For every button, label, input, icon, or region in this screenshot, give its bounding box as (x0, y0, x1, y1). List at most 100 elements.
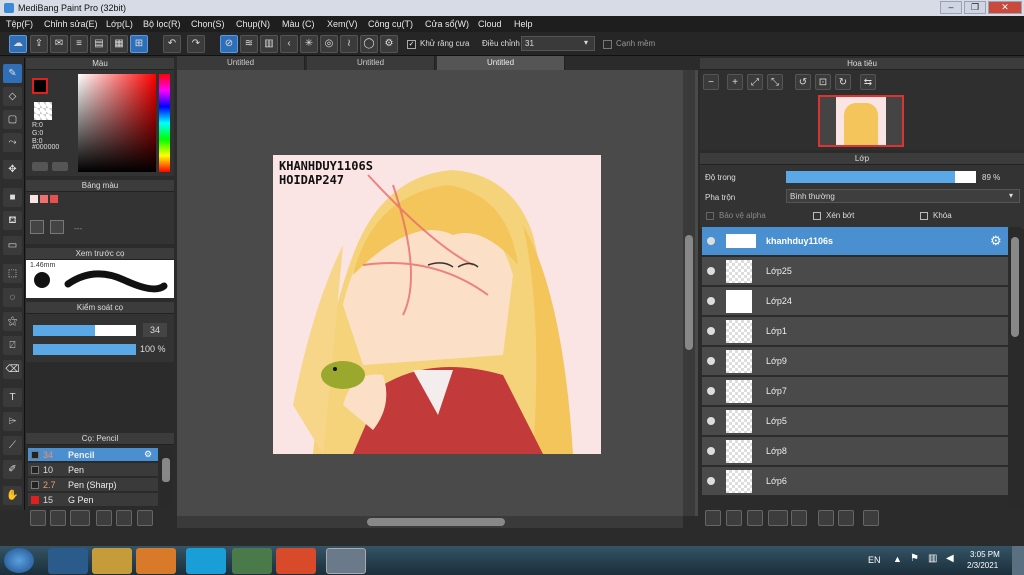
scrollbar-thumb[interactable] (1011, 237, 1019, 337)
brush-list-item[interactable]: 2.7 Pen (Sharp) (28, 478, 158, 492)
blend-mode-select[interactable]: Bình thường ▾ (786, 189, 1020, 203)
layer-row[interactable]: khanhduy1106s ⚙ (702, 227, 1008, 256)
menu-window[interactable]: Cửa sổ(W) (425, 19, 469, 29)
layer-row[interactable]: Lớp9 (702, 347, 1008, 376)
eraser-tool-icon[interactable]: ◇ (3, 87, 22, 106)
eye-icon[interactable] (707, 417, 715, 425)
ie-icon[interactable] (48, 548, 88, 574)
layer-row[interactable]: Lớp8 (702, 437, 1008, 466)
eye-icon[interactable] (707, 357, 715, 365)
scrollbar-thumb[interactable] (162, 458, 170, 482)
divide-tool-icon[interactable]: ⌲ (3, 412, 22, 431)
layer-row[interactable]: Lớp24 (702, 287, 1008, 316)
gear-icon[interactable]: ⚙ (144, 449, 152, 460)
parallel-snap-icon[interactable]: ≋ (240, 35, 258, 53)
folder-icon[interactable] (791, 510, 807, 526)
layer-scrollbar[interactable] (1009, 227, 1021, 507)
layer-row[interactable]: Lớp1 (702, 317, 1008, 346)
tab-document[interactable]: Untitled (437, 56, 565, 70)
operation-tool-icon[interactable]: ✐ (3, 460, 22, 479)
layer-row[interactable]: Lớp7 (702, 377, 1008, 406)
menu-edit[interactable]: Chỉnh sửa(E) (44, 19, 98, 29)
brush-list-item[interactable]: 15 G Pen (28, 493, 158, 507)
menu-cloud[interactable]: Cloud (478, 19, 502, 29)
select-tool-icon[interactable]: ⬚ (3, 264, 22, 283)
document-icon[interactable]: ▤ (90, 35, 108, 53)
clipping-checkbox[interactable] (813, 212, 821, 220)
tab-document[interactable]: Untitled (307, 56, 435, 70)
smudge-tool-icon[interactable]: ⤳ (3, 133, 22, 152)
hue-slider[interactable] (159, 74, 170, 172)
circle-snap-icon[interactable]: ◎ (320, 35, 338, 53)
palette-swatch[interactable] (40, 195, 48, 203)
color-mode-button[interactable] (32, 162, 48, 171)
brush-size-slider[interactable] (33, 325, 136, 336)
eye-icon[interactable] (707, 297, 715, 305)
explorer-icon[interactable] (92, 548, 132, 574)
copy-brush-icon[interactable] (96, 510, 112, 526)
minimize-button[interactable]: – (940, 1, 962, 14)
page-icon[interactable]: ▦ (110, 35, 128, 53)
media-player-icon[interactable] (136, 548, 176, 574)
clock-date[interactable]: 2/3/2021 (967, 561, 998, 570)
antialias-checkbox[interactable]: ✓ (407, 40, 416, 49)
hand-tool-icon[interactable]: ✋ (3, 486, 22, 505)
foreground-color-swatch[interactable] (32, 78, 48, 94)
cross-snap-icon[interactable]: ▥ (260, 35, 278, 53)
adjust-select[interactable]: 31 ▾ (521, 36, 595, 51)
menu-filter[interactable]: Bộ lọc(R) (143, 19, 181, 29)
color-swap-button[interactable] (52, 162, 68, 171)
start-button[interactable] (4, 548, 34, 573)
share-icon[interactable]: ⇪ (30, 35, 48, 53)
rotate-right-icon[interactable]: ↻ (835, 74, 851, 90)
menu-tools[interactable]: Công cụ(T) (368, 19, 413, 29)
magic-wand-icon[interactable]: ⚝ (3, 312, 22, 331)
tray-arrow-icon[interactable]: ▲ (893, 554, 902, 564)
transparent-swatch[interactable] (34, 102, 52, 120)
show-desktop-button[interactable] (1012, 546, 1024, 575)
curve-snap-icon[interactable]: ≀ (340, 35, 358, 53)
duplicate-brush-icon[interactable] (137, 510, 153, 526)
radial-snap-icon[interactable]: ✳ (300, 35, 318, 53)
comment-icon[interactable]: ✉ (50, 35, 68, 53)
navigator-thumbnail[interactable] (818, 95, 904, 147)
brush-tool-icon[interactable]: ✎ (3, 64, 22, 83)
network-icon[interactable]: ▥ (928, 553, 937, 564)
brush-size-value[interactable]: 34 (143, 323, 167, 337)
scrollbar-thumb[interactable] (685, 235, 693, 350)
move-tool-icon[interactable]: ✥ (3, 160, 22, 179)
select-eraser-icon[interactable]: ⌫ (3, 360, 22, 379)
delete-layer-icon[interactable] (863, 510, 879, 526)
text-icon[interactable]: ≡ (70, 35, 88, 53)
merge-layer-icon[interactable] (838, 510, 854, 526)
add-palette-icon[interactable] (30, 220, 44, 234)
eye-icon[interactable] (707, 237, 715, 245)
text-tool-icon[interactable]: T (3, 388, 22, 407)
eye-icon[interactable] (707, 447, 715, 455)
eyedropper-tool-icon[interactable]: ⟋ (3, 436, 22, 455)
duplicate-layer-icon[interactable] (818, 510, 834, 526)
eye-icon[interactable] (707, 267, 715, 275)
lock-checkbox[interactable] (920, 212, 928, 220)
redo-icon[interactable]: ↷ (187, 35, 205, 53)
shape-tool-icon[interactable]: ■ (3, 188, 22, 207)
zoom-out-icon[interactable]: − (703, 74, 719, 90)
brush-opacity-slider[interactable] (33, 344, 136, 355)
zoom-in-icon[interactable]: + (727, 74, 743, 90)
language-indicator[interactable]: EN (868, 555, 881, 565)
layer-opacity-slider[interactable] (786, 171, 976, 183)
new-brush-icon[interactable] (50, 510, 66, 526)
rotate-left-icon[interactable]: ↺ (795, 74, 811, 90)
menu-select[interactable]: Chọn(S) (191, 19, 225, 29)
gear-icon[interactable]: ⚙ (380, 35, 398, 53)
layer-row[interactable]: Lớp6 (702, 467, 1008, 496)
new-8bit-layer-icon[interactable] (747, 510, 763, 526)
flip-icon[interactable]: ⇆ (860, 74, 876, 90)
brush-list-item[interactable]: 34 Pencil ⚙ (28, 448, 158, 462)
eye-icon[interactable] (707, 477, 715, 485)
dot-tool-icon[interactable]: ▢ (3, 110, 22, 129)
palette-swatch[interactable] (30, 195, 38, 203)
fit-icon[interactable]: ⤢ (747, 74, 763, 90)
menu-capture[interactable]: Chụp(N) (236, 19, 270, 29)
grid-icon[interactable]: ⊞ (130, 35, 148, 53)
